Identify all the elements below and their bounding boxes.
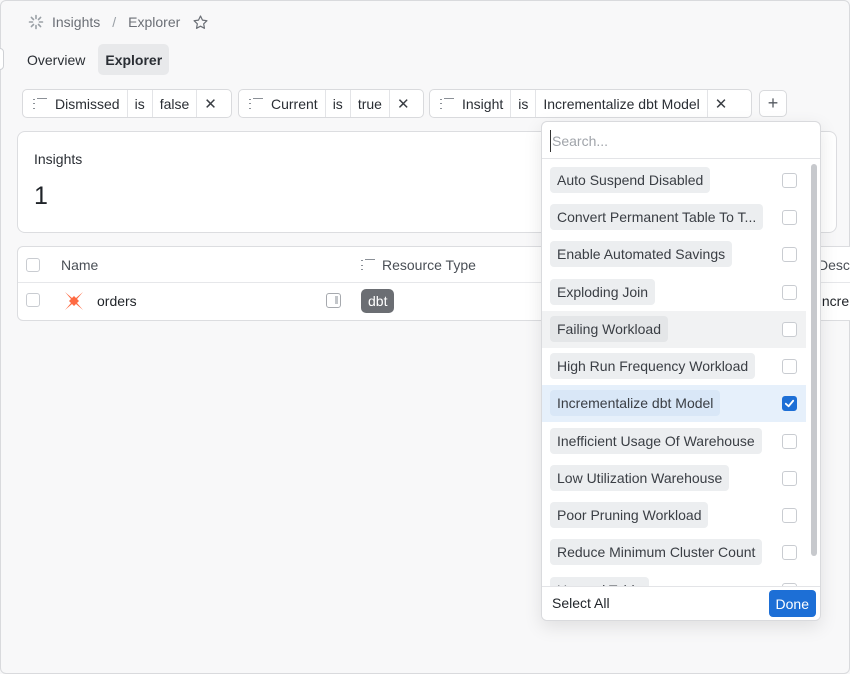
insight-filter-dropdown: Auto Suspend Disabled Convert Permanent … (541, 121, 821, 621)
dropdown-footer: Select All Done (542, 586, 820, 620)
filter-chip-current: Current is true ✕ (238, 89, 424, 118)
dropdown-options-list: Auto Suspend Disabled Convert Permanent … (542, 162, 806, 587)
filter-operator[interactable]: is (326, 90, 351, 117)
option-inefficient-usage-of-warehouse[interactable]: Inefficient Usage Of Warehouse (542, 423, 806, 460)
option-label: Low Utilization Warehouse (550, 465, 730, 491)
open-panel-icon[interactable] (326, 293, 341, 308)
dbt-logo-icon (65, 292, 83, 310)
option-label: Convert Permanent Table To T... (550, 204, 764, 230)
filter-value[interactable]: false (153, 90, 198, 117)
filter-field-label: Dismissed (55, 95, 120, 112)
filter-field-label: Current (271, 95, 318, 112)
option-low-utilization-warehouse[interactable]: Low Utilization Warehouse (542, 460, 806, 497)
filter-value[interactable]: Incrementalize dbt Model (536, 90, 708, 117)
tab-bar: Overview Explorer (20, 44, 170, 75)
breadcrumb-insights-link[interactable]: Insights (52, 14, 100, 30)
option-label: Auto Suspend Disabled (550, 167, 711, 193)
search-input[interactable] (550, 130, 810, 152)
option-unused-table[interactable]: Unused Table (542, 572, 806, 587)
list-icon (249, 97, 263, 110)
option-checkbox[interactable] (782, 545, 797, 560)
close-icon[interactable]: ✕ (390, 90, 417, 117)
option-exploding-join[interactable]: Exploding Join (542, 274, 806, 311)
option-checkbox[interactable] (782, 508, 797, 523)
add-filter-button[interactable]: + (759, 90, 787, 117)
filter-field-label: Insight (462, 95, 504, 112)
option-checkbox[interactable] (782, 471, 797, 486)
option-label: Inefficient Usage Of Warehouse (550, 428, 762, 454)
option-checkbox[interactable] (782, 210, 797, 225)
column-header-resource-type[interactable]: Resource Type (361, 257, 476, 273)
option-checkbox-checked[interactable] (782, 396, 797, 411)
card-value: 1 (34, 182, 48, 210)
star-icon[interactable] (192, 14, 209, 31)
resource-type-badge: dbt (361, 289, 395, 313)
column-header-label: Resource Type (382, 257, 476, 273)
option-auto-suspend-disabled[interactable]: Auto Suspend Disabled (542, 162, 806, 199)
option-label: Reduce Minimum Cluster Count (550, 539, 763, 565)
filter-chip-insight: Insight is Incrementalize dbt Model ✕ (429, 89, 752, 118)
close-icon[interactable]: ✕ (197, 90, 224, 117)
column-header-name[interactable]: Name (61, 257, 98, 273)
row-checkbox[interactable] (26, 293, 40, 307)
option-label: High Run Frequency Workload (550, 353, 756, 379)
select-all-rows-checkbox[interactable] (26, 258, 40, 272)
filter-field[interactable]: Current (239, 90, 326, 117)
breadcrumb-separator: / (112, 14, 117, 30)
option-label: Poor Pruning Workload (550, 502, 709, 528)
dropdown-scrollbar[interactable] (811, 164, 817, 556)
option-label: Enable Automated Savings (550, 241, 733, 267)
dropdown-search (542, 122, 820, 159)
filter-operator[interactable]: is (128, 90, 153, 117)
option-high-run-frequency-workload[interactable]: High Run Frequency Workload (542, 348, 806, 385)
option-label: Incrementalize dbt Model (550, 390, 721, 416)
option-checkbox[interactable] (782, 285, 797, 300)
filter-operator[interactable]: is (511, 90, 537, 117)
option-enable-automated-savings[interactable]: Enable Automated Savings (542, 236, 806, 273)
card-label: Insights (34, 151, 83, 167)
option-convert-permanent-table[interactable]: Convert Permanent Table To T... (542, 199, 806, 236)
option-label: Failing Workload (550, 316, 669, 342)
list-icon (440, 97, 454, 110)
done-button[interactable]: Done (768, 590, 816, 617)
breadcrumb-current: Explorer (128, 14, 181, 30)
option-checkbox[interactable] (782, 359, 797, 374)
option-checkbox[interactable] (782, 434, 797, 449)
list-icon (361, 259, 375, 271)
option-checkbox[interactable] (782, 322, 797, 337)
breadcrumb: Insights / Explorer (28, 12, 209, 32)
option-checkbox[interactable] (782, 173, 797, 188)
column-header-label: Descr (818, 257, 850, 273)
tab-explorer[interactable]: Explorer (98, 44, 170, 75)
column-header-label: Name (61, 257, 99, 273)
sidebar-collapse-handle[interactable] (0, 48, 4, 70)
filter-field[interactable]: Insight (430, 90, 512, 117)
select-all-button[interactable]: Select All (552, 595, 610, 611)
option-incrementalize-dbt-model[interactable]: Incrementalize dbt Model (542, 385, 806, 422)
column-header-description[interactable]: Descr (818, 257, 850, 273)
filter-value[interactable]: true (351, 90, 390, 117)
option-poor-pruning-workload[interactable]: Poor Pruning Workload (542, 497, 806, 534)
row-name[interactable]: orders (97, 293, 137, 309)
filter-field[interactable]: Dismissed (23, 90, 128, 117)
row-description: Increm (818, 293, 850, 309)
option-reduce-minimum-cluster-count[interactable]: Reduce Minimum Cluster Count (542, 534, 806, 571)
option-checkbox[interactable] (782, 247, 797, 262)
loading-spinner-icon (28, 14, 44, 30)
option-failing-workload[interactable]: Failing Workload (542, 311, 806, 348)
list-icon (33, 97, 47, 110)
tab-overview[interactable]: Overview (20, 44, 92, 75)
checkmark-icon (784, 399, 795, 408)
filter-chip-dismissed: Dismissed is false ✕ (22, 89, 232, 118)
option-label: Exploding Join (550, 279, 656, 305)
close-icon[interactable]: ✕ (708, 90, 735, 117)
